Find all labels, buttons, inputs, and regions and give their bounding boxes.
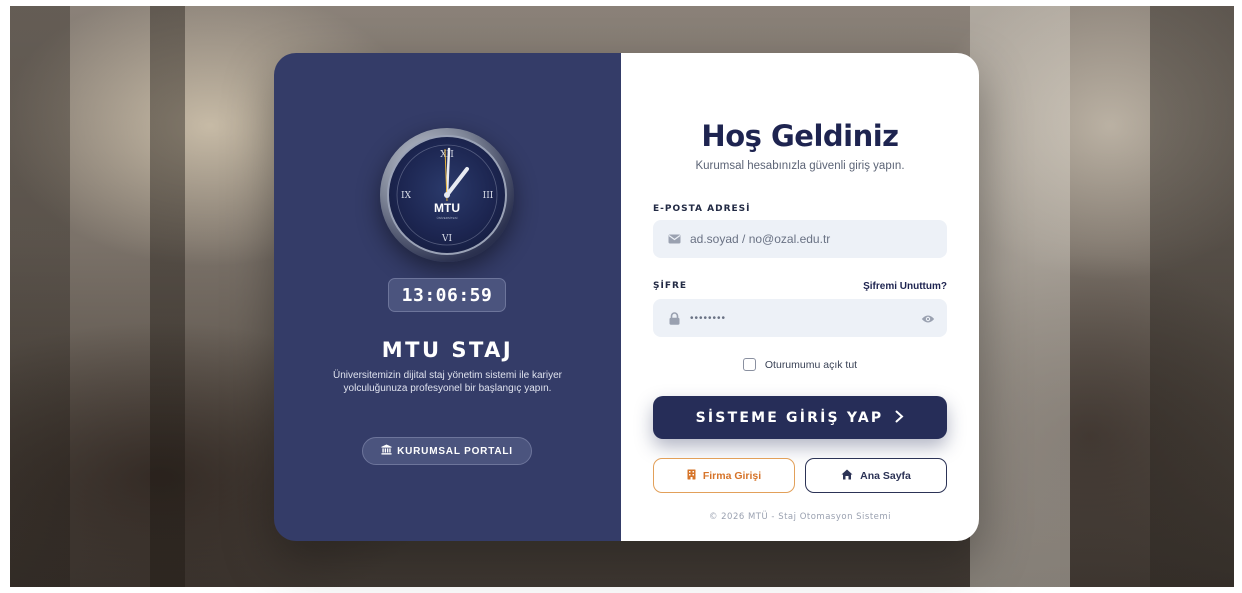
remember-me[interactable]: Oturumumu açık tut [621,358,979,371]
corporate-portal-label: KURUMSAL PORTALI [397,445,513,457]
brand-title: MTU STAJ [381,338,514,362]
numeral-6: VI [441,234,452,244]
clock-center-pin [444,192,450,198]
footer-copyright: © 2026 MTÜ - Staj Otomasyon Sistemi [708,512,892,522]
chevron-right-icon [895,408,904,427]
corporate-portal-button[interactable]: KURUMSAL PORTALI [362,437,532,465]
company-login-button[interactable]: Firma Girişi [653,458,795,493]
password-input[interactable] [690,312,910,324]
welcome-title: Hoş Geldiniz [701,119,899,153]
clock-brand: MTU [434,201,460,215]
remember-label: Oturumumu açık tut [764,358,858,371]
email-label: E-POSTA ADRESİ [653,204,751,214]
remember-checkbox[interactable] [742,358,756,371]
digital-time: 13:06:59 [388,278,506,312]
company-login-label: Firma Girişi [702,469,762,482]
password-label: ŞİFRE [653,281,688,291]
password-field-wrapper [653,299,947,337]
bank-icon [381,444,392,458]
forgot-password-link[interactable]: Şifremi Unuttum? [863,281,947,292]
building-icon [687,469,696,483]
home-icon [841,469,853,483]
home-page-button[interactable]: Ana Sayfa [805,458,947,493]
login-card: XII III VI IX MTU ÜNİVERSİTESİ 13:06:59 … [274,53,979,541]
email-field-wrapper [653,220,947,258]
home-page-label: Ana Sayfa [860,469,911,482]
eye-icon[interactable] [921,311,935,329]
clock-brand-sub: ÜNİVERSİTESİ [437,215,458,220]
clock-dial: XII III VI IX MTU ÜNİVERSİTESİ [396,144,498,246]
brand-description: Üniversitemizin dijital staj yönetim sis… [333,370,562,394]
brand-panel: XII III VI IX MTU ÜNİVERSİTESİ 13:06:59 … [274,53,621,541]
login-submit-button[interactable]: SİSTEME GİRİŞ YAP [653,396,947,439]
welcome-subtitle: Kurumsal hesabınızla güvenli giriş yapın… [695,160,905,172]
login-form-panel: Hoş Geldiniz Kurumsal hesabınızla güvenl… [621,53,979,541]
login-submit-label: SİSTEME GİRİŞ YAP [695,409,884,426]
analog-clock: XII III VI IX MTU ÜNİVERSİTESİ [380,128,514,262]
lock-icon [667,311,681,325]
email-input[interactable] [690,232,910,246]
envelope-icon [667,234,681,244]
hour-hand [445,167,469,197]
numeral-12: XII [440,150,454,160]
numeral-3: III [483,191,494,201]
numeral-9: IX [401,191,412,201]
